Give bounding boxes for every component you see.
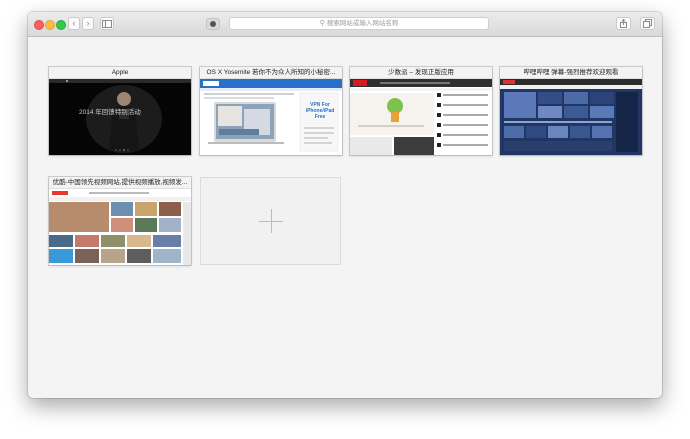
address-placeholder: 搜索网站或输入网站名称 <box>326 20 399 27</box>
sidebar-button[interactable] <box>100 17 114 30</box>
top-site-tile-apple[interactable]: Apple 2014 年回馈特别活动 <box>49 67 191 155</box>
chevron-right-icon: › <box>86 18 90 28</box>
page-thumbnail: 2014 年回馈特别活动 <box>49 79 191 155</box>
chevron-left-icon: ‹ <box>72 18 76 28</box>
minimize-window-button[interactable] <box>45 20 55 30</box>
top-site-tile-sspai[interactable]: 少数派 – 发现正版应用 <box>350 67 492 155</box>
tile-title: OS X Yosemite 若你不为众人所知的小秘密... <box>200 67 342 79</box>
add-top-site-button[interactable] <box>200 177 341 265</box>
tile-title: 少数派 – 发现正版应用 <box>350 67 492 79</box>
sidebar-icon <box>102 20 112 28</box>
top-site-tile-youku[interactable]: 优酷-中国领先视频网站,提供视频播放,视频发... <box>49 177 191 265</box>
top-sites-grid: Apple 2014 年回馈特别活动 OS X Yosemite 若你不为众人所… <box>28 37 662 398</box>
address-bar[interactable]: ⚲ 搜索网站或输入网站名称 <box>229 17 489 30</box>
thumb-banner-text: 2014 年回馈特别活动 <box>79 109 141 116</box>
tabs-overview-icon <box>643 19 652 28</box>
toolbar: ‹ › ⚲ 搜索网站或输入网站名称 <box>28 12 662 37</box>
forward-button[interactable]: › <box>82 17 94 30</box>
tile-title: 优酷-中国领先视频网站,提供视频播放,视频发... <box>49 177 191 189</box>
page-thumbnail <box>350 79 492 155</box>
tile-title: 哔哩哔哩 弹幕-强烈推荐欢迎观看 <box>500 67 642 79</box>
browser-window: ‹ › ⚲ 搜索网站或输入网站名称 Apple 2014 年回馈特别活动 OS … <box>28 12 662 398</box>
tile-title: Apple <box>49 67 191 79</box>
zoom-window-button[interactable] <box>56 20 66 30</box>
show-all-tabs-button[interactable] <box>640 17 655 30</box>
top-site-tile-bilibili[interactable]: 哔哩哔哩 弹幕-强烈推荐欢迎观看 <box>500 67 642 155</box>
page-thumbnail: VPN For iPhone/iPad Free <box>200 79 342 155</box>
share-button[interactable] <box>616 17 631 30</box>
site-favicon-icon[interactable] <box>206 18 220 30</box>
page-thumbnail <box>49 189 191 265</box>
plus-icon-stroke <box>271 209 272 233</box>
top-site-tile-yosemite[interactable]: OS X Yosemite 若你不为众人所知的小秘密... VPN For iP… <box>200 67 342 155</box>
search-icon: ⚲ <box>319 20 325 27</box>
share-icon <box>620 18 627 28</box>
close-window-button[interactable] <box>34 20 44 30</box>
back-button[interactable]: ‹ <box>68 17 80 30</box>
thumb-ad-text: VPN For iPhone/iPad Free <box>305 102 335 120</box>
page-thumbnail <box>500 79 642 155</box>
